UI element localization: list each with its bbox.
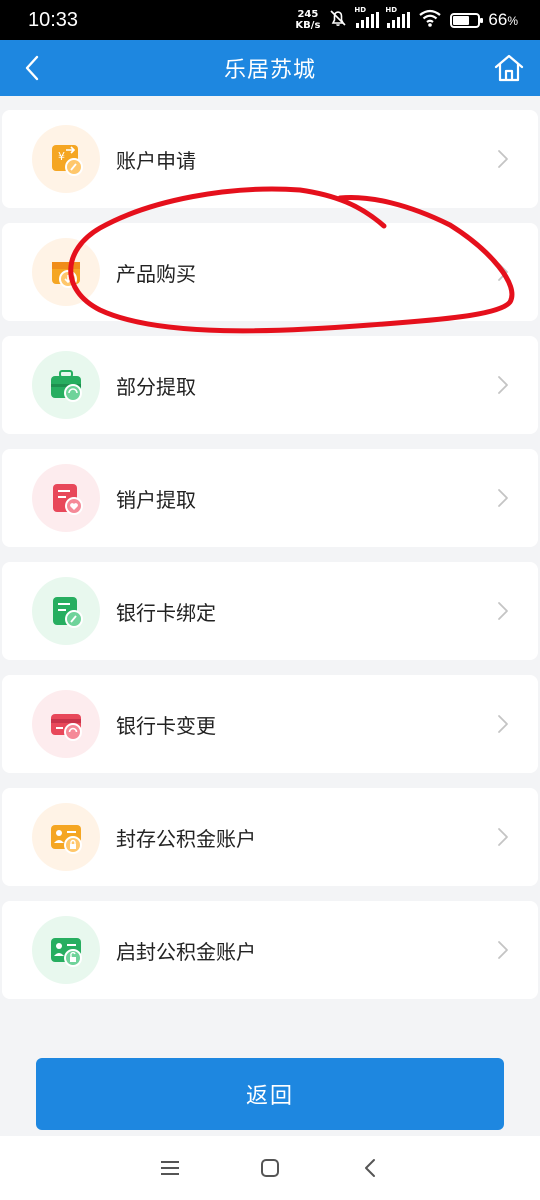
recent-apps-button[interactable] — [150, 1148, 190, 1188]
network-speed-value: 245 — [297, 9, 319, 20]
account-apply-icon: ¥ — [32, 125, 100, 193]
menu-item-account-apply[interactable]: ¥ 账户申请 — [2, 110, 538, 208]
chevron-right-icon — [498, 150, 508, 168]
hd-label-1: HD — [354, 6, 367, 14]
system-nav-bar — [0, 1136, 540, 1200]
chevron-right-icon — [498, 715, 508, 733]
menu-item-seal-fund-account[interactable]: 封存公积金账户 — [2, 788, 538, 886]
network-speed-unit: KB/s — [295, 20, 321, 31]
home-nav-button[interactable] — [250, 1148, 290, 1188]
svg-text:¥: ¥ — [58, 150, 65, 163]
signal-icon-2: HD — [385, 6, 411, 28]
menu-item-label: 封存公积金账户 — [116, 826, 256, 851]
menu-item-partial-withdraw[interactable]: 部分提取 — [2, 336, 538, 434]
signal-icon-1: HD — [354, 6, 380, 28]
status-bar: 10:33 245 KB/s HD HD 66% — [0, 0, 540, 40]
wifi-icon — [418, 8, 442, 32]
menu-item-label: 启封公积金账户 — [116, 939, 256, 964]
back-button[interactable] — [14, 50, 50, 86]
return-button[interactable]: 返回 — [36, 1058, 504, 1130]
page-title: 乐居苏城 — [223, 58, 316, 83]
chevron-right-icon — [498, 376, 508, 394]
menu-item-close-account-withdraw[interactable]: 销户提取 — [2, 449, 538, 547]
status-time: 10:33 — [28, 8, 79, 31]
chevron-right-icon — [498, 941, 508, 959]
menu-item-label: 销户提取 — [116, 487, 196, 512]
chevron-right-icon — [498, 489, 508, 507]
home-icon — [494, 54, 524, 82]
menu-item-label: 部分提取 — [116, 374, 196, 399]
hd-label-2: HD — [385, 6, 398, 14]
status-icons: 245 KB/s HD HD 66% — [295, 6, 518, 32]
unseal-fund-account-icon — [32, 916, 100, 984]
app-header: 乐居苏城 — [0, 40, 540, 96]
menu-item-label: 账户申请 — [116, 148, 196, 173]
menu-item-bank-card-change[interactable]: 银行卡变更 — [2, 675, 538, 773]
bank-card-change-icon — [32, 690, 100, 758]
menu-item-unseal-fund-account[interactable]: 启封公积金账户 — [2, 901, 538, 999]
mute-bell-icon — [328, 8, 348, 32]
seal-fund-account-icon — [32, 803, 100, 871]
menu-item-product-purchase[interactable]: 产品购买 — [2, 223, 538, 321]
battery-percent: 66% — [488, 10, 518, 29]
chevron-right-icon — [498, 602, 508, 620]
battery-icon — [450, 12, 484, 28]
menu-item-label: 银行卡变更 — [116, 713, 216, 738]
home-button[interactable] — [490, 50, 528, 86]
square-home-icon — [261, 1159, 279, 1177]
partial-withdraw-icon — [32, 351, 100, 419]
bank-card-bind-icon — [32, 577, 100, 645]
back-arrow-icon — [365, 1159, 375, 1177]
menu-item-label: 银行卡绑定 — [116, 600, 216, 625]
chevron-right-icon — [498, 828, 508, 846]
chevron-left-icon — [25, 55, 39, 81]
menu-item-bank-card-bind[interactable]: 银行卡绑定 — [2, 562, 538, 660]
network-speed: 245 KB/s — [295, 9, 320, 31]
menu-item-label: 产品购买 — [116, 261, 196, 286]
back-nav-button[interactable] — [350, 1148, 390, 1188]
menu-icon — [161, 1161, 179, 1175]
close-account-withdraw-icon — [32, 464, 100, 532]
chevron-right-icon — [498, 263, 508, 281]
product-purchase-icon — [32, 238, 100, 306]
